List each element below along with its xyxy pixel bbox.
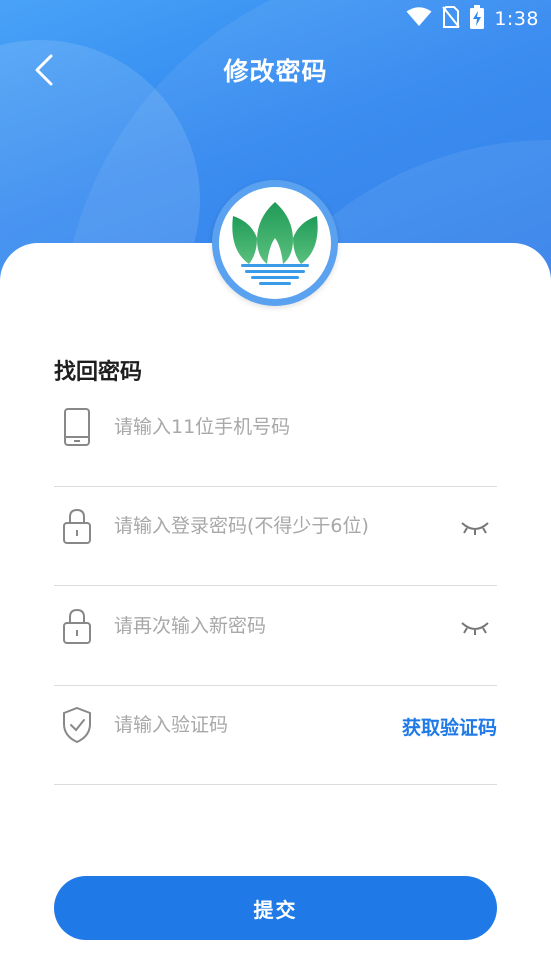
shield-check-icon [60, 703, 94, 747]
wifi-icon [406, 7, 432, 31]
phone-input[interactable] [114, 407, 434, 447]
eye-closed-icon[interactable] [459, 612, 491, 642]
lock-icon [60, 504, 94, 548]
logo-inner [219, 187, 331, 299]
no-sim-icon [442, 6, 461, 32]
lotus-logo-icon [232, 202, 318, 285]
confirm-password-field [54, 586, 497, 686]
status-time: 1:38 [494, 8, 539, 30]
lock-icon [60, 604, 94, 648]
get-code-button[interactable]: 获取验证码 [402, 713, 497, 740]
confirm-password-input[interactable] [114, 606, 434, 646]
verification-code-input[interactable] [114, 705, 374, 745]
submit-button[interactable]: 提交 [54, 876, 497, 940]
battery-charging-icon [470, 5, 485, 33]
password-input[interactable] [114, 506, 434, 546]
phone-field [54, 387, 497, 487]
eye-closed-icon[interactable] [459, 512, 491, 542]
section-title: 找回密码 [54, 360, 143, 385]
phone-icon [60, 405, 94, 449]
password-field [54, 486, 497, 586]
status-bar: 1:38 [406, 0, 539, 38]
app-logo [212, 180, 338, 306]
verification-code-field: 获取验证码 [54, 685, 497, 785]
page-title: 修改密码 [223, 57, 328, 86]
